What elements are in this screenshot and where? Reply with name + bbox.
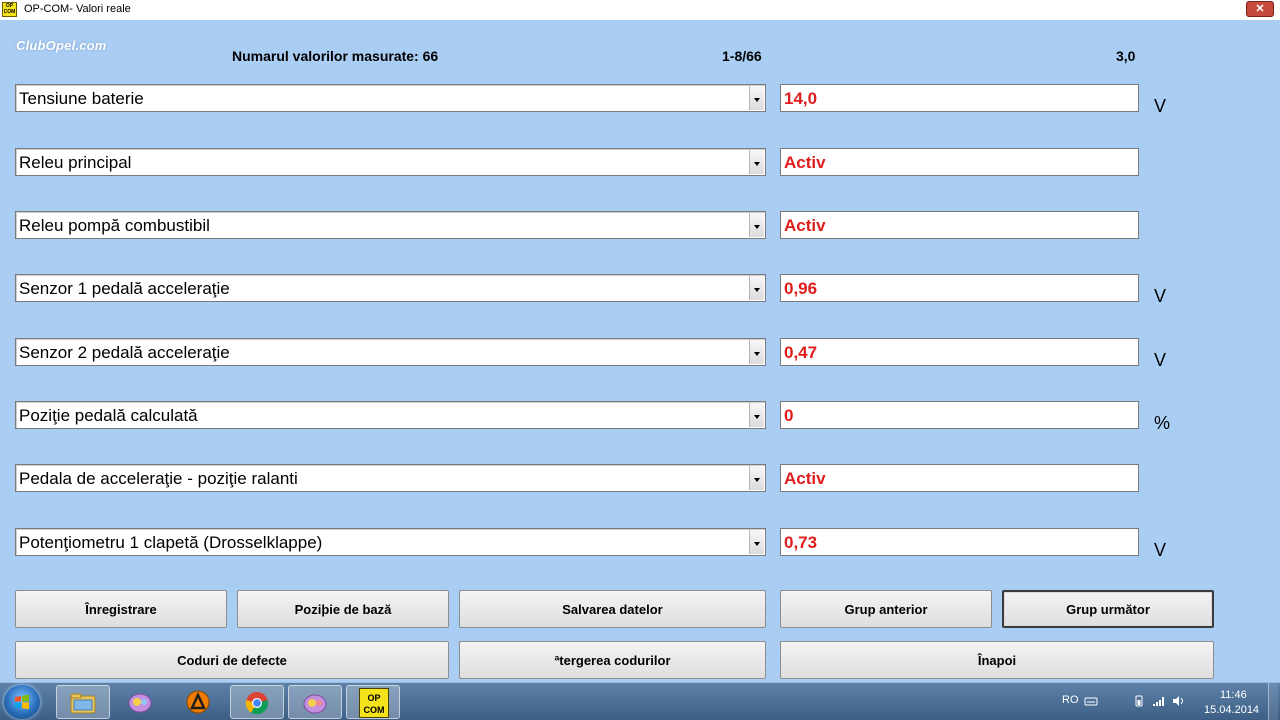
show-desktop-button[interactable]	[1268, 683, 1278, 720]
unit-label: V	[1154, 96, 1167, 116]
chevron-down-icon[interactable]	[749, 213, 764, 237]
title-bar: OP COM OP-COM- Valori reale ✕	[0, 0, 1280, 20]
clock-date[interactable]: 15.04.2014	[1204, 704, 1259, 716]
value-text: Activ	[784, 469, 826, 488]
close-button[interactable]: ✕	[1246, 1, 1274, 17]
parameter-select[interactable]: Tensiune baterie	[15, 84, 766, 112]
parameter-select[interactable]: Senzor 1 pedală acceleraţie	[15, 274, 766, 302]
chevron-down-icon[interactable]	[749, 276, 764, 300]
taskbar: OP COM RO 11:46 15.04.2014	[0, 682, 1280, 720]
value-row: Senzor 1 pedală acceleraţie 0,96 V	[0, 274, 1280, 306]
value-text: Activ	[784, 216, 826, 235]
avast-icon	[186, 690, 210, 714]
value-field: 0	[780, 401, 1139, 429]
value-row: Potenţiometru 1 clapetă (Drosselklappe) …	[0, 528, 1280, 560]
volume-icon[interactable]	[1172, 695, 1186, 707]
value-field: Activ	[780, 464, 1139, 492]
chevron-down-icon[interactable]	[749, 530, 764, 554]
parameter-select[interactable]: Releu pompă combustibil	[15, 211, 766, 239]
taskbar-messenger-2[interactable]	[288, 685, 342, 719]
back-button[interactable]: Înapoi	[780, 641, 1214, 679]
parameter-label: Releu pompă combustibil	[19, 216, 210, 235]
value-row: Releu principal Activ	[0, 148, 1280, 178]
watermark-logo: ClubOpel.com	[16, 38, 107, 53]
unit-label: V	[1154, 350, 1167, 370]
folder-icon	[70, 693, 96, 714]
parameter-label: Senzor 2 pedală acceleraţie	[19, 343, 230, 362]
taskbar-opcom[interactable]: OP COM	[346, 685, 400, 719]
value-text: 0,96	[784, 279, 818, 298]
chevron-down-icon[interactable]	[749, 403, 764, 427]
chevron-down-icon[interactable]	[749, 86, 764, 110]
previous-group-button[interactable]: Grup anterior	[780, 590, 992, 628]
value-field: 0,73	[780, 528, 1139, 556]
parameter-label: Releu principal	[19, 153, 132, 172]
value-row: Pedala de acceleraţie - poziţie ralanti …	[0, 464, 1280, 494]
clear-codes-button[interactable]: ªtergerea codurilor	[459, 641, 766, 679]
value-field: 14,0	[780, 84, 1139, 112]
windows-logo-icon	[15, 694, 29, 710]
battery-icon[interactable]	[1132, 695, 1146, 707]
base-position-button[interactable]: Poziþie de bază	[237, 590, 449, 628]
taskbar-chrome[interactable]	[230, 685, 284, 719]
value-text: 0	[784, 406, 794, 425]
language-indicator[interactable]: RO	[1062, 694, 1079, 706]
fault-codes-button[interactable]: Coduri de defecte	[15, 641, 449, 679]
signal-icon[interactable]	[1152, 695, 1166, 707]
chevron-down-icon[interactable]	[749, 466, 764, 490]
value-row: Releu pompă combustibil Activ	[0, 211, 1280, 241]
value-field: Activ	[780, 148, 1139, 176]
unit-label: V	[1154, 540, 1167, 560]
parameter-select[interactable]: Pedala de acceleraţie - poziţie ralanti	[15, 464, 766, 492]
taskbar-avast[interactable]	[172, 685, 226, 719]
value-field: 0,47	[780, 338, 1139, 366]
measured-values-count: Numarul valorilor masurate: 66	[232, 48, 439, 64]
unit-label: V	[1154, 286, 1167, 306]
parameter-select[interactable]: Releu principal	[15, 148, 766, 176]
opcom-app-icon: OP COM	[2, 2, 17, 17]
chevron-down-icon[interactable]	[749, 150, 764, 174]
chrome-icon	[245, 692, 269, 715]
value-text: 14,0	[784, 89, 818, 108]
taskbar-messenger[interactable]	[114, 685, 168, 719]
parameter-label: Tensiune baterie	[19, 89, 144, 108]
record-button[interactable]: Înregistrare	[15, 590, 227, 628]
parameter-label: Senzor 1 pedală acceleraţie	[19, 279, 230, 298]
save-data-button[interactable]: Salvarea datelor	[459, 590, 766, 628]
parameter-label: Potenţiometru 1 clapetă (Drosselklappe)	[19, 533, 323, 552]
keyboard-icon[interactable]	[1084, 695, 1098, 707]
system-tray: RO 11:46 15.04.2014	[1060, 683, 1280, 720]
taskbar-file-explorer[interactable]	[56, 685, 110, 719]
value-field: 0,96	[780, 274, 1139, 302]
parameter-select[interactable]: Poziţie pedală calculată	[15, 401, 766, 429]
parameter-label: Poziţie pedală calculată	[19, 406, 198, 425]
clock-time[interactable]: 11:46	[1220, 689, 1247, 701]
parameter-select[interactable]: Senzor 2 pedală acceleraţie	[15, 338, 766, 366]
version-label: 3,0	[1116, 48, 1136, 64]
window-title: OP-COM- Valori reale	[24, 3, 131, 15]
messenger-icon	[128, 693, 152, 713]
value-row: Tensiune baterie 14,0 V	[0, 84, 1280, 116]
value-text: Activ	[784, 153, 826, 172]
value-field: Activ	[780, 211, 1139, 239]
value-row: Senzor 2 pedală acceleraţie 0,47 V	[0, 338, 1280, 370]
unit-label: %	[1154, 413, 1171, 433]
opcom-icon: OP COM	[359, 688, 389, 718]
parameter-select[interactable]: Potenţiometru 1 clapetă (Drosselklappe)	[15, 528, 766, 556]
parameter-label: Pedala de acceleraţie - poziţie ralanti	[19, 469, 298, 488]
chevron-down-icon[interactable]	[749, 340, 764, 364]
start-button[interactable]	[4, 685, 40, 719]
value-text: 0,47	[784, 343, 818, 362]
next-group-button[interactable]: Grup următor	[1002, 590, 1214, 628]
messenger-icon	[303, 694, 327, 714]
value-row: Poziţie pedală calculată 0 %	[0, 401, 1280, 433]
page-indicator: 1-8/66	[722, 48, 762, 64]
value-text: 0,73	[784, 533, 818, 552]
